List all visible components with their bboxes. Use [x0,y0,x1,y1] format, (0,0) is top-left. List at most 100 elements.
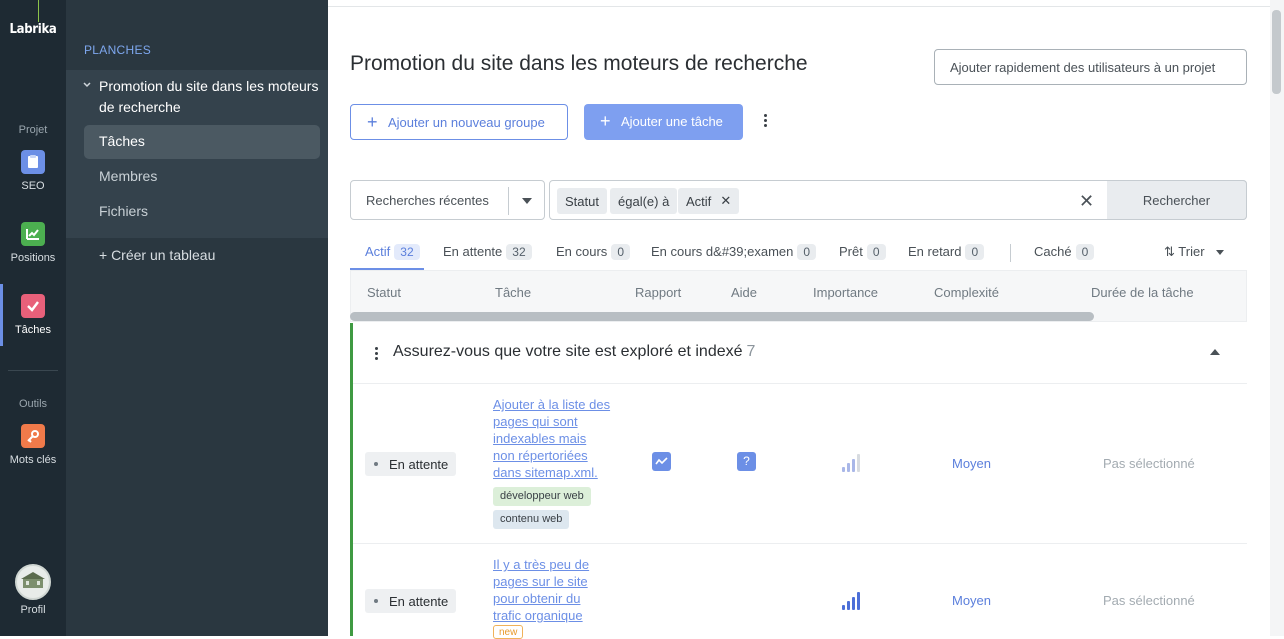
sort-icon: ⇅ [1164,244,1175,259]
column-header[interactable]: Importance [813,285,878,300]
rail-item-profile[interactable]: Profil [0,604,66,616]
recent-searches-select[interactable]: Recherches récentes [350,180,545,220]
quick-add-users-button[interactable]: Ajouter rapidement des utilisateurs à un… [934,49,1247,85]
filter-chip-value: Actif ✕ [678,188,740,214]
column-header[interactable]: Tâche [495,285,531,300]
status-badge[interactable]: En attente [365,589,456,613]
vertical-scrollbar-track[interactable] [1270,0,1284,636]
top-divider [328,6,1270,7]
rail-divider [8,370,58,371]
column-header[interactable]: Aide [731,285,757,300]
search-button[interactable]: Rechercher [1107,180,1247,220]
filter-chip-value-label: Actif [686,194,712,209]
chevron-down-icon[interactable] [82,80,92,93]
sort-button[interactable]: ⇅ Trier [1164,244,1225,260]
column-header[interactable]: Durée de la tâche [1091,285,1194,300]
rail-item-label: Positions [10,252,56,264]
duration-value[interactable]: Pas sélectionné [1103,456,1195,471]
filter-chip-field: Statut [557,188,607,214]
app-logo[interactable]: Labrika [0,22,66,37]
tab-count-badge: 0 [611,244,630,260]
importance-bars-icon [842,592,862,610]
sidebar-item-fichiers[interactable]: Fichiers [84,195,320,229]
tab-label: Actif [365,244,391,259]
table-row[interactable]: En attente Ajouter à la liste des pages … [353,384,1247,544]
avatar[interactable] [15,564,51,600]
horizontal-scrollbar[interactable] [350,312,1094,321]
close-icon[interactable]: ✕ [720,193,731,209]
main-content: Promotion du site dans les moteurs de re… [328,0,1270,639]
select-divider [508,187,509,215]
clipboard-icon [21,150,45,174]
complexity-value[interactable]: Moyen [952,593,991,608]
sidebar-item-taches[interactable]: Tâches [84,125,320,159]
rail-section-project: Projet [18,124,48,136]
rail-item-positions[interactable]: Positions [0,222,66,264]
tab-label: En cours d&#39;examen [651,244,794,259]
tab-label: En cours [556,244,608,259]
group-menu-icon[interactable] [371,345,381,362]
task-group: Assurez-vous que votre site est exploré … [350,323,1247,639]
rail-item-seo[interactable]: SEO [0,150,66,192]
tab-actif[interactable]: Actif 32 [365,244,420,260]
caret-down-icon[interactable] [522,198,532,204]
logo-accent-line [38,0,39,22]
task-link[interactable]: Ajouter à la liste des pages qui sont in… [493,396,611,481]
rail-item-label: Profil [20,604,46,616]
report-icon[interactable] [652,452,671,471]
clear-filter-icon[interactable]: ✕ [1079,191,1094,212]
tab-label: Prêt [839,244,863,259]
tab-en-cours-examen[interactable]: En cours d&#39;examen 0 [651,244,817,260]
task-link[interactable]: Il y a très peu de pages sur le site pou… [493,556,611,624]
tab-label: En attente [443,244,503,259]
more-options-icon[interactable] [760,112,770,132]
table-row[interactable]: En attente Il y a très peu de pages sur … [353,544,1247,639]
recent-searches-label: Recherches récentes [366,193,489,208]
add-group-label: Ajouter un nouveau groupe [388,115,545,130]
rail-item-taches[interactable]: Tâches [0,294,66,336]
vertical-scrollbar-thumb[interactable] [1272,10,1281,94]
help-icon[interactable]: ? [737,452,756,471]
tab-pret[interactable]: Prêt 0 [839,244,886,260]
plus-icon: + [600,111,611,131]
column-header[interactable]: Rapport [635,285,681,300]
tag[interactable]: développeur web [493,487,591,506]
status-tabs: Actif 32 En attente 32 En cours 0 En cours … [350,238,1247,270]
check-icon [21,294,45,318]
tab-en-retard[interactable]: En retard 0 [908,244,985,260]
add-task-button[interactable]: + Ajouter une tâche [584,104,743,140]
board-name[interactable]: Promotion du site dans les moteurs de re… [99,76,321,118]
tab-divider [1010,244,1011,262]
complexity-value[interactable]: Moyen [952,456,991,471]
rail-section-tools: Outils [18,398,48,410]
page-title: Promotion du site dans les moteurs de re… [350,52,808,75]
tab-count-badge: 0 [965,244,985,260]
importance-bars-icon [842,454,862,472]
boards-sidebar: PLANCHES Promotion du site dans les mote… [66,0,328,636]
duration-value[interactable]: Pas sélectionné [1103,593,1195,608]
tag-new[interactable]: new [493,625,524,639]
sort-label: Trier [1178,244,1205,259]
sidebar-item-membres[interactable]: Membres [84,160,320,194]
add-group-button[interactable]: + Ajouter un nouveau groupe [350,104,568,140]
tab-en-cours[interactable]: En cours 0 [556,244,630,260]
tag[interactable]: contenu web [493,510,570,529]
rail-item-mots-cles[interactable]: Mots clés [0,424,66,466]
rail-item-label: SEO [21,180,45,192]
column-header[interactable]: Statut [367,285,401,300]
tab-cache[interactable]: Caché 0 [1034,244,1095,260]
tab-label: En retard [908,244,962,259]
tab-label: Caché [1034,244,1072,259]
column-header[interactable]: Complexité [934,285,999,300]
key-icon [21,424,45,448]
create-board-link[interactable]: + Créer un tableau [99,247,215,263]
tab-count-badge: 0 [866,244,886,260]
chart-icon [21,222,45,246]
tab-en-attente[interactable]: En attente 32 [443,244,532,260]
group-count: 7 [746,343,756,360]
status-badge[interactable]: En attente [365,452,456,476]
rail-item-label: Mots clés [9,454,57,466]
app-rail: Labrika Projet SEO Positions Tâches Outi… [0,0,66,636]
collapse-icon[interactable] [1210,349,1220,355]
group-header: Assurez-vous que votre site est exploré … [353,323,1247,384]
